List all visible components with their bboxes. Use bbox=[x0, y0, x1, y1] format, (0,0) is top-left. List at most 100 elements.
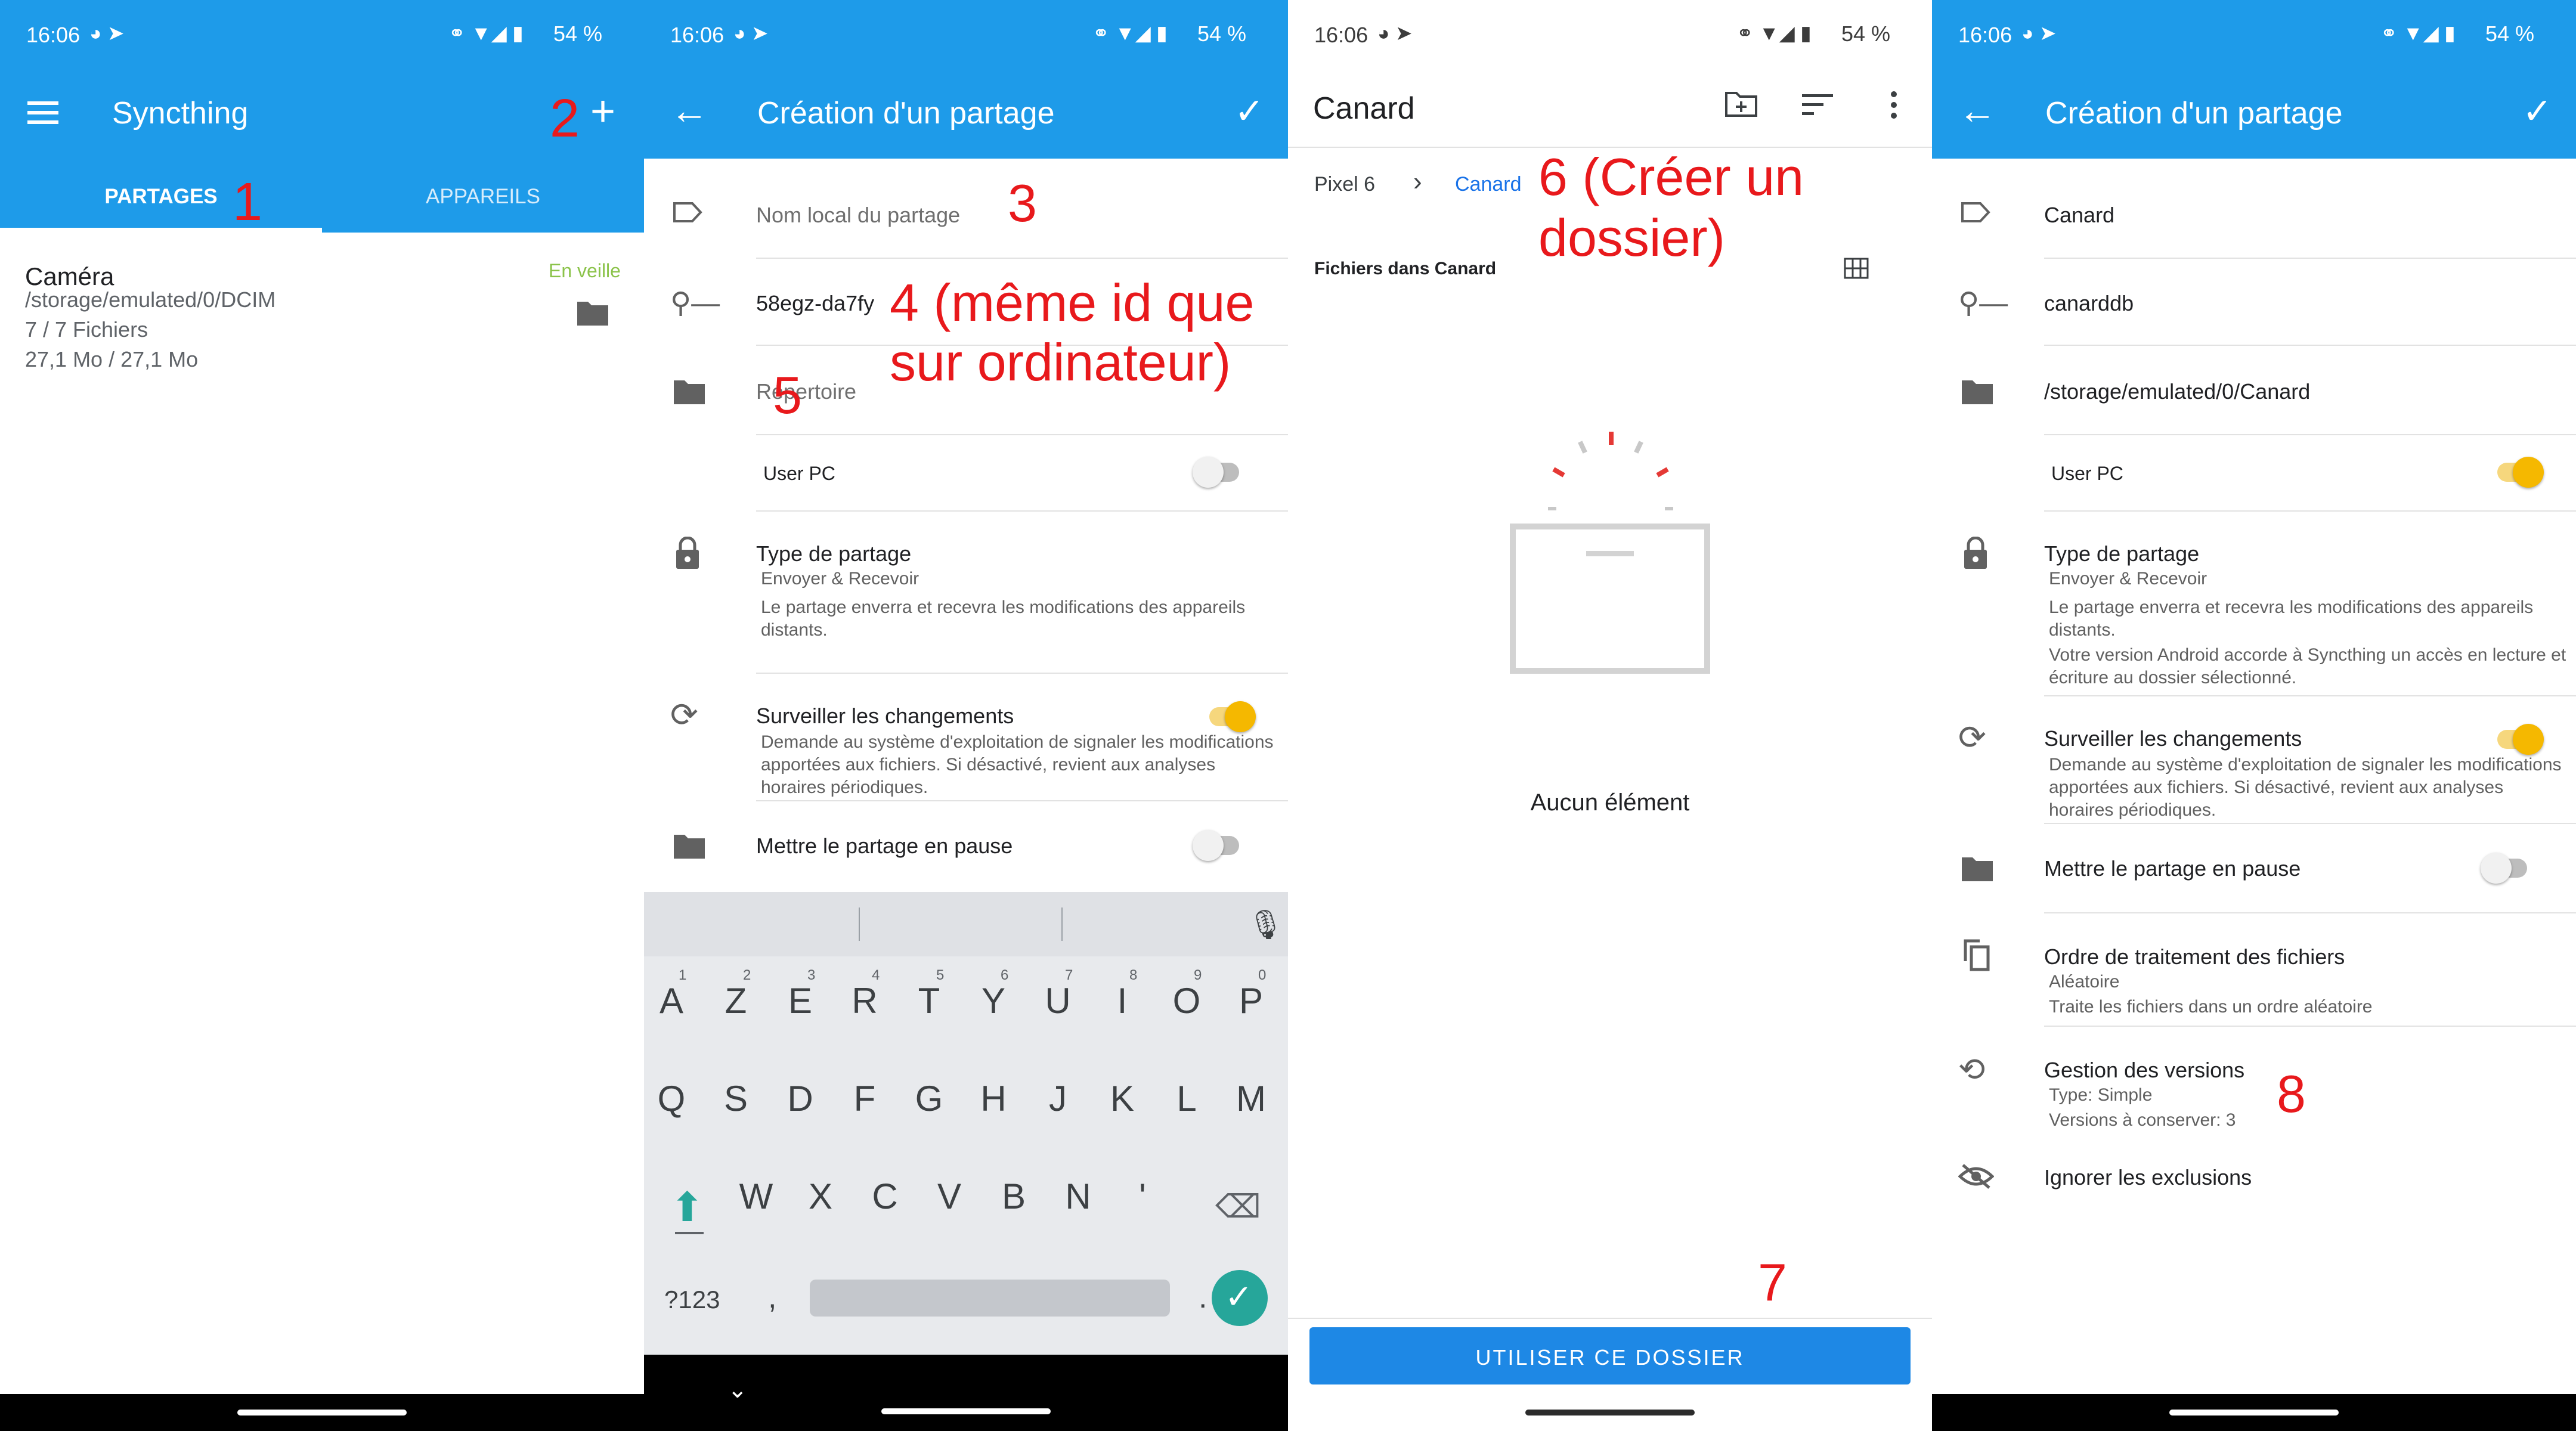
key-w[interactable]: W bbox=[732, 1176, 780, 1217]
status-notification-icons: ◕ ➤ bbox=[89, 22, 125, 45]
app-bar: Syncthing + bbox=[0, 70, 644, 159]
key-a[interactable]: A bbox=[648, 980, 695, 1021]
key-apostrophe[interactable]: ' bbox=[1119, 1176, 1166, 1217]
key-e[interactable]: E bbox=[776, 980, 824, 1021]
status-notification-icons: ◕ ➤ bbox=[1377, 22, 1413, 45]
device-toggle[interactable] bbox=[1193, 457, 1241, 488]
battery-level: 54 % bbox=[1197, 21, 1247, 46]
nav-bar bbox=[1288, 1394, 1932, 1431]
keyboard: 🎙 ⬆ ⌫ ?123 , . ✓ A1 Z2 E3 R4 T5 Y6 U7 I8 O9 P0 QSD… bbox=[644, 892, 1288, 1355]
key-j[interactable]: J bbox=[1034, 1078, 1082, 1119]
more-options-icon[interactable] bbox=[1890, 91, 1897, 119]
key-z[interactable]: Z bbox=[712, 980, 760, 1021]
period-key[interactable]: . bbox=[1199, 1280, 1207, 1315]
home-gesture-handle[interactable] bbox=[1525, 1410, 1695, 1415]
key-x[interactable]: X bbox=[797, 1176, 844, 1217]
breadcrumb-root[interactable]: Pixel 6 bbox=[1314, 173, 1375, 196]
label-input[interactable]: Nom local du partage bbox=[756, 203, 960, 228]
file-order-setting[interactable]: Ordre de traitement des fichiers Aléatoi… bbox=[2044, 944, 2569, 1017]
breadcrumb-current[interactable]: Canard bbox=[1455, 173, 1522, 196]
microphone-icon[interactable]: 🎙 bbox=[1247, 907, 1284, 941]
watch-changes-setting[interactable]: Surveiller les changements Demande au sy… bbox=[756, 704, 1281, 799]
battery-level: 54 % bbox=[553, 21, 603, 46]
key-l[interactable]: L bbox=[1163, 1078, 1210, 1119]
key-h[interactable]: H bbox=[970, 1078, 1017, 1119]
key-k[interactable]: K bbox=[1098, 1078, 1146, 1119]
key-m[interactable]: M bbox=[1227, 1078, 1275, 1119]
new-folder-icon[interactable] bbox=[1724, 89, 1758, 118]
folder-id-input[interactable]: canarddb bbox=[2044, 291, 2134, 316]
versioning-title: Gestion des versions bbox=[2044, 1058, 2245, 1082]
home-gesture-handle[interactable] bbox=[2169, 1410, 2339, 1415]
label-input[interactable]: Canard bbox=[2044, 203, 2114, 228]
ignore-patterns-label[interactable]: Ignorer les exclusions bbox=[2044, 1165, 2252, 1190]
use-folder-button[interactable]: UTILISER CE DOSSIER bbox=[1309, 1327, 1911, 1384]
home-gesture-handle[interactable] bbox=[237, 1410, 407, 1415]
share-type-value: Envoyer & Recevoir bbox=[2049, 569, 2207, 588]
watch-toggle[interactable] bbox=[2495, 724, 2557, 755]
key-q[interactable]: Q bbox=[648, 1078, 695, 1119]
key-t[interactable]: T bbox=[905, 980, 953, 1021]
key-c[interactable]: C bbox=[861, 1176, 909, 1217]
shift-key[interactable]: ⬆ bbox=[670, 1184, 704, 1231]
directory-input[interactable]: /storage/emulated/0/Canard bbox=[2044, 379, 2310, 404]
key-v[interactable]: V bbox=[925, 1176, 973, 1217]
home-gesture-handle[interactable] bbox=[881, 1408, 1051, 1414]
grid-view-icon[interactable] bbox=[1844, 258, 1869, 279]
directory-input[interactable]: Répertoire bbox=[756, 379, 856, 404]
key-d[interactable]: D bbox=[776, 1078, 824, 1119]
comma-key[interactable]: , bbox=[768, 1280, 776, 1315]
tab-bar: PARTAGES APPAREILS bbox=[0, 159, 644, 233]
pause-toggle[interactable] bbox=[1193, 830, 1241, 861]
hide-keyboard-icon[interactable]: ⌄ bbox=[727, 1376, 748, 1404]
key-g[interactable]: G bbox=[905, 1078, 953, 1119]
key-s[interactable]: S bbox=[712, 1078, 760, 1119]
key-n[interactable]: N bbox=[1054, 1176, 1102, 1217]
confirm-check-icon[interactable]: ✓ bbox=[1234, 91, 1264, 132]
sync-icon: ⟳ bbox=[1958, 718, 1986, 756]
back-arrow-icon[interactable]: ← bbox=[670, 88, 708, 132]
annotation-1: 1 bbox=[233, 172, 263, 232]
tab-appareils[interactable]: APPAREILS bbox=[322, 185, 644, 209]
menu-icon[interactable] bbox=[27, 101, 58, 124]
share-type-setting[interactable]: Type de partage Envoyer & Recevoir Le pa… bbox=[756, 541, 1281, 642]
device-toggle[interactable] bbox=[2495, 457, 2557, 488]
folder-id-input[interactable]: 58egz-da7fy bbox=[756, 291, 874, 316]
key-number-hint: 1 bbox=[679, 967, 687, 983]
versioning-setting[interactable]: Gestion des versions Type: Simple Versio… bbox=[2044, 1058, 2462, 1130]
key-i[interactable]: I bbox=[1098, 980, 1146, 1021]
folder-item-camera[interactable]: Caméra En veille /storage/emulated/0/DCI… bbox=[0, 250, 644, 388]
share-type-setting[interactable]: Type de partage Envoyer & Recevoir Le pa… bbox=[2044, 541, 2569, 689]
folder-status: En veille bbox=[549, 260, 621, 281]
tab-partages[interactable]: PARTAGES bbox=[0, 185, 322, 209]
app-bar: ← Création d'un partage ✓ bbox=[644, 70, 1288, 159]
confirm-check-icon[interactable]: ✓ bbox=[2522, 91, 2552, 132]
key-f[interactable]: F bbox=[841, 1078, 888, 1119]
backspace-key[interactable]: ⌫ bbox=[1215, 1188, 1261, 1225]
key-r[interactable]: R bbox=[841, 980, 888, 1021]
folder-icon bbox=[1962, 857, 1993, 881]
key-u[interactable]: U bbox=[1034, 980, 1082, 1021]
check-icon: ✓ bbox=[1225, 1278, 1253, 1315]
key-o[interactable]: O bbox=[1163, 980, 1210, 1021]
watch-toggle[interactable] bbox=[1207, 701, 1269, 732]
key-y[interactable]: Y bbox=[970, 980, 1017, 1021]
device-label: User PC bbox=[2051, 463, 2123, 484]
lock-icon bbox=[1964, 537, 1987, 569]
versioning-type: Type: Simple bbox=[2049, 1085, 2153, 1105]
enter-key[interactable]: ✓ bbox=[1212, 1270, 1268, 1326]
folder-icon bbox=[577, 302, 608, 326]
back-arrow-icon[interactable]: ← bbox=[1958, 88, 1996, 132]
keyboard-suggestion-strip: 🎙 bbox=[644, 892, 1288, 956]
symbols-key[interactable]: ?123 bbox=[664, 1286, 720, 1314]
pause-label: Mettre le partage en pause bbox=[756, 834, 1013, 858]
pause-toggle[interactable] bbox=[2481, 853, 2529, 884]
key-b[interactable]: B bbox=[990, 1176, 1038, 1217]
space-bar[interactable] bbox=[810, 1280, 1170, 1317]
key-p[interactable]: P bbox=[1227, 980, 1275, 1021]
sort-icon[interactable] bbox=[1802, 93, 1833, 117]
nav-bar: ⌄ bbox=[644, 1355, 1288, 1431]
key-number-hint: 6 bbox=[1001, 967, 1009, 983]
add-folder-icon[interactable]: + bbox=[590, 87, 615, 136]
watch-changes-setting[interactable]: Surveiller les changements Demande au sy… bbox=[2044, 726, 2569, 822]
